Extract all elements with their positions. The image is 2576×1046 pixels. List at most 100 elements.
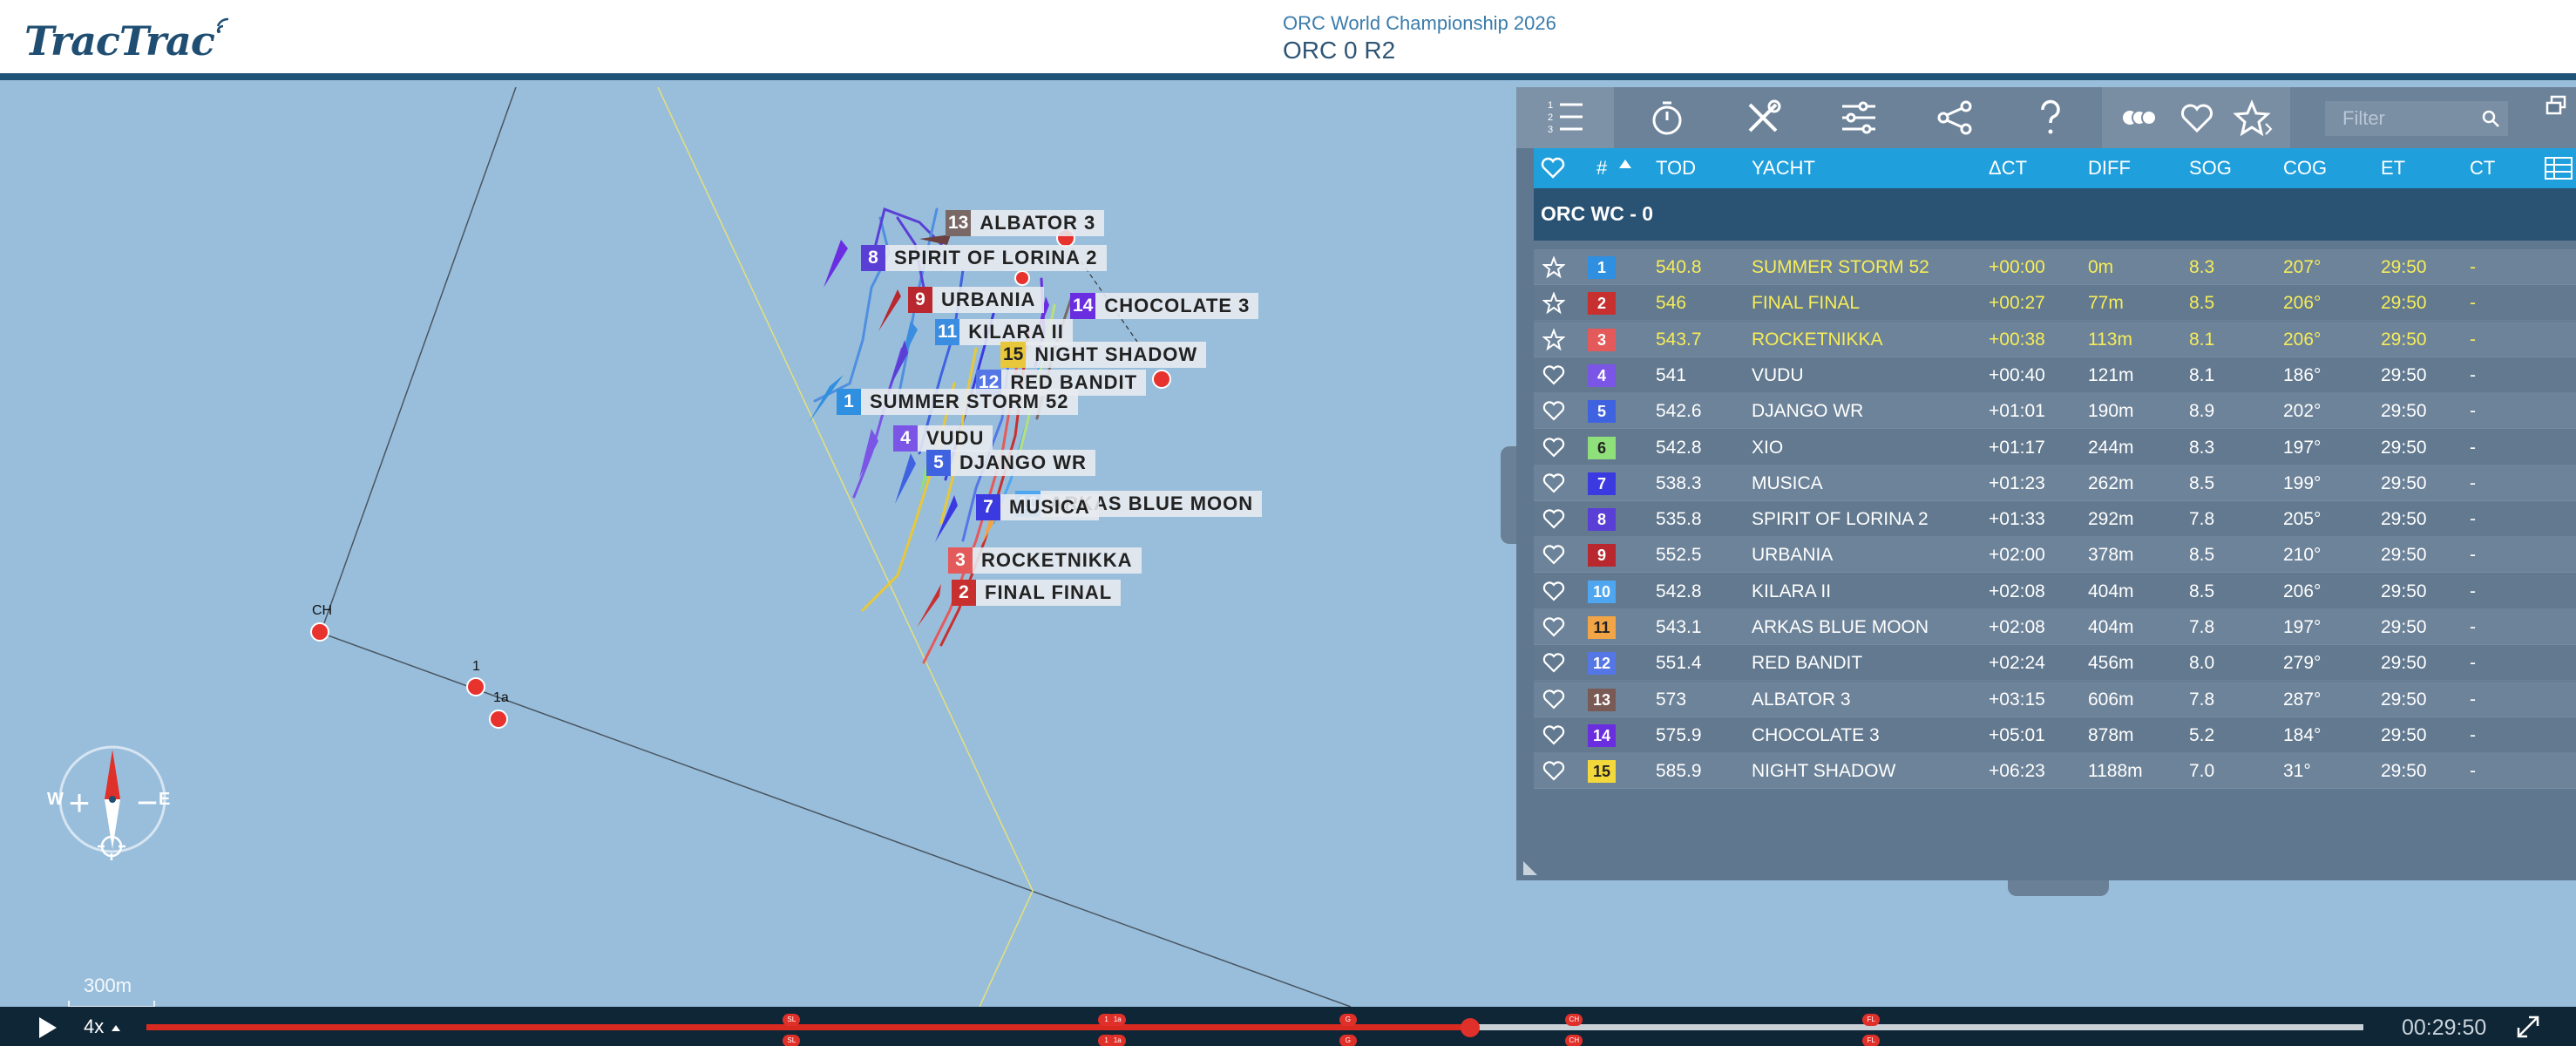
column-sog[interactable]: SOG (2189, 148, 2232, 188)
table-row[interactable]: 6 542.8 XIO +01:17 244m 8.3 197° 29:50 - (1534, 429, 2576, 465)
timeline-marker[interactable]: FL (1862, 1035, 1881, 1046)
timeline-marker[interactable]: G (1339, 1014, 1357, 1026)
table-row[interactable]: 13 573 ALBATOR 3 +03:15 606m 7.8 287° 29:50 - (1534, 681, 2576, 717)
timeline-marker[interactable]: FL (1862, 1014, 1881, 1026)
table-row[interactable]: 5 542.6 DJANGO WR +01:01 190m 8.9 202° 29:50 - (1534, 393, 2576, 430)
favorites-heart-icon[interactable] (2175, 96, 2219, 139)
play-icon[interactable] (35, 1015, 59, 1040)
panel-collapse-handle[interactable] (1501, 446, 1516, 544)
stopwatch-icon[interactable] (1645, 96, 1689, 139)
boat-label-spirit-of-lorina-2[interactable]: 8 SPIRIT OF LORINA 2 (861, 245, 1107, 271)
cell-dct: +02:00 (1989, 545, 2045, 566)
boat-label-musica[interactable]: 7 MUSICA (976, 494, 1099, 520)
column-diff[interactable]: DIFF (2088, 148, 2131, 188)
column-num[interactable]: # (1596, 148, 1607, 188)
boat-label-summer-storm-52[interactable]: 1 SUMMER STORM 52 (837, 389, 1078, 415)
cell-sog: 8.5 (2189, 545, 2215, 566)
popout-window-icon[interactable] (2545, 94, 2567, 117)
favorite-heart-icon[interactable] (1542, 544, 1565, 567)
favorite-heart-icon[interactable] (1542, 581, 1565, 603)
favorite-heart-icon[interactable] (1542, 724, 1565, 747)
timeline-track[interactable]: SL SL 1 1 1a 1a G G CH CH FL FL (146, 1014, 2363, 1046)
table-row[interactable]: 1 540.8 SUMMER STORM 52 +00:00 0m 8.3 207° 29:5… (1534, 249, 2576, 285)
column-cog[interactable]: COG (2283, 148, 2327, 188)
zoom-in-button[interactable]: + (61, 784, 98, 821)
timeline-marker[interactable]: 1a (1108, 1014, 1127, 1026)
panel-bottom-handle[interactable] (2008, 880, 2109, 896)
favorite-heart-icon[interactable] (1542, 508, 1565, 531)
timeline-marker[interactable]: G (1339, 1035, 1357, 1046)
playback-speed[interactable]: 4x (84, 1015, 121, 1038)
boat-label-final-final[interactable]: 2 FINAL FINAL (952, 580, 1122, 606)
table-row[interactable]: 4 541 VUDU +00:40 121m 8.1 186° 29:50 - (1534, 357, 2576, 393)
timeline-knob[interactable] (1460, 1018, 1480, 1037)
timeline-marker[interactable]: 1a (1108, 1035, 1127, 1046)
filter-input[interactable] (2325, 101, 2473, 136)
timeline-marker[interactable]: CH (1565, 1035, 1583, 1046)
mark-1[interactable] (466, 677, 485, 696)
favorite-heart-icon[interactable] (1542, 472, 1565, 495)
zoom-out-button[interactable]: − (129, 784, 166, 821)
boat-label-rocketnikka[interactable]: 3 ROCKETNIKKA (948, 547, 1142, 574)
mark-rounding-right[interactable] (1152, 370, 1171, 389)
table-row[interactable]: 7 538.3 MUSICA +01:23 262m 8.5 199° 29:50 - (1534, 465, 2576, 501)
favorite-heart-icon[interactable] (1542, 616, 1565, 639)
favorite-heart-icon[interactable] (1542, 652, 1565, 675)
column-et[interactable]: ET (2381, 148, 2405, 188)
timeline-marker[interactable]: SL (783, 1014, 801, 1026)
favorite-heart-icon[interactable] (1542, 437, 1565, 459)
boat-label-albator-3[interactable]: 13 ALBATOR 3 (946, 210, 1105, 236)
cell-dct: +02:08 (1989, 581, 2045, 601)
mark-rounding-mid[interactable] (1014, 270, 1030, 286)
favorite-heart-icon[interactable] (1542, 760, 1565, 783)
panel-resize-icon[interactable] (1523, 861, 1537, 875)
column-yacht[interactable]: YACHT (1752, 148, 1815, 188)
table-row[interactable]: 11 543.1 ARKAS BLUE MOON +02:08 404m 7.8 197° 2… (1534, 609, 2576, 645)
event-title[interactable]: ORC World Championship 2026 (1283, 12, 1556, 35)
starred-icon[interactable] (2233, 96, 2276, 139)
timeline-marker[interactable]: CH (1565, 1014, 1583, 1026)
favorite-heart-icon[interactable] (1542, 689, 1565, 711)
cell-dct: +02:24 (1989, 653, 2045, 674)
favorite-heart-icon[interactable] (1542, 400, 1565, 423)
column-dct[interactable]: ΔCT (1989, 148, 2027, 188)
leaderboard-icon[interactable]: 1 2 3 (1544, 96, 1588, 139)
table-row[interactable]: 15 585.9 NIGHT SHADOW +06:23 1188m 7.0 31° 29:5… (1534, 753, 2576, 790)
boat-label-night-shadow[interactable]: 15 NIGHT SHADOW (1000, 342, 1207, 368)
boat-number: 14 (1070, 293, 1096, 319)
locate-icon[interactable] (96, 831, 127, 862)
class-group-row[interactable]: ORC WC - 0 (1534, 188, 2576, 241)
table-row[interactable]: 8 535.8 SPIRIT OF LORINA 2 +01:33 292m 7.8 205… (1534, 501, 2576, 538)
cell-tod: 542.8 (1656, 581, 1702, 601)
settings-sliders-icon[interactable] (1837, 96, 1881, 139)
tractrac-logo[interactable]: TracTrac (24, 17, 228, 65)
share-icon[interactable] (1933, 96, 1976, 139)
favorite-star-icon[interactable] (1542, 292, 1565, 315)
table-row[interactable]: 9 552.5 URBANIA +02:00 378m 8.5 210° 29:50 - (1534, 537, 2576, 574)
fullscreen-icon[interactable] (2515, 1014, 2541, 1040)
boat-label-vudu[interactable]: 4 VUDU (893, 425, 993, 452)
search-icon[interactable] (2473, 101, 2508, 136)
mark-ch[interactable] (310, 622, 329, 642)
columns-menu-icon[interactable] (2545, 157, 2573, 180)
boat-label-urbania[interactable]: 9 URBANIA (908, 287, 1045, 313)
favorites-column-heart-icon[interactable] (1541, 157, 1565, 180)
table-row[interactable]: 12 551.4 RED BANDIT +02:24 456m 8.0 279° 29:50 - (1534, 645, 2576, 682)
favorite-star-icon[interactable] (1542, 256, 1565, 279)
cell-et: 29:50 (2381, 401, 2427, 422)
timeline-marker[interactable]: SL (783, 1035, 801, 1046)
boat-label-chocolate-3[interactable]: 14 CHOCOLATE 3 (1070, 293, 1259, 319)
table-row[interactable]: 2 546 FINAL FINAL +00:27 77m 8.5 206° 29:50 - (1534, 285, 2576, 322)
table-row[interactable]: 14 575.9 CHOCOLATE 3 +05:01 878m 5.2 184° 29:50… (1534, 717, 2576, 753)
favorite-heart-icon[interactable] (1542, 364, 1565, 387)
table-row[interactable]: 3 543.7 ROCKETNIKKA +00:38 113m 8.1 206° 29:50 - (1534, 321, 2576, 357)
all-boats-icon[interactable] (2118, 96, 2161, 139)
tools-icon[interactable] (1741, 96, 1785, 139)
boat-label-django-wr[interactable]: 5 DJANGO WR (926, 450, 1095, 476)
table-row[interactable]: 10 542.8 KILARA II +02:08 404m 8.5 206° 29:50 - (1534, 573, 2576, 609)
favorite-star-icon[interactable] (1542, 328, 1565, 351)
mark-1a[interactable] (489, 710, 508, 729)
column-tod[interactable]: TOD (1656, 148, 1696, 188)
column-ct[interactable]: CT (2470, 148, 2495, 188)
help-icon[interactable] (2029, 96, 2072, 139)
